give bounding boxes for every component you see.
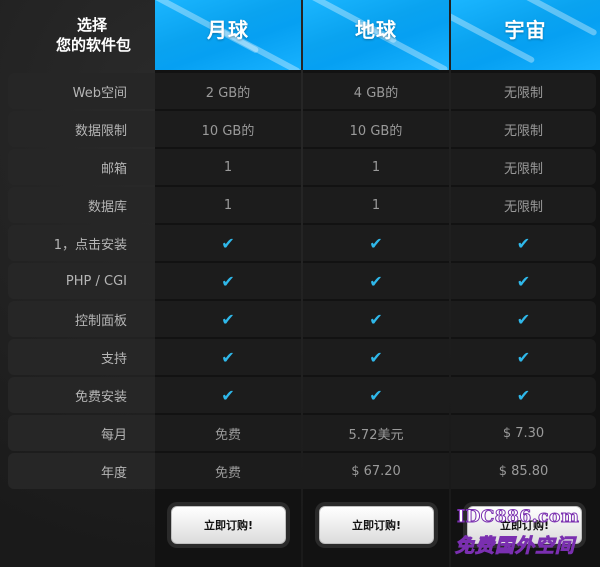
check-icon: ✔ [369,385,383,405]
plan-header-universe: 宇宙 [451,0,600,70]
cell-moon: 免费 [155,453,301,489]
table-row: 数据库 1 1 无限制 [0,187,600,223]
check-icon: ✔ [221,233,235,253]
row-label: 控制面板 [8,301,155,337]
check-icon: ✔ [516,309,531,329]
check-icon: ✔ [221,271,235,291]
check-icon: ✔ [221,347,235,367]
order-button-universe[interactable]: 立即订购! [467,506,582,544]
plan-header-moon: 月球 [155,0,301,70]
check-icon: ✔ [369,347,383,367]
cell-universe: ✔ [451,339,596,375]
check-icon: ✔ [516,271,531,291]
cell-moon: ✔ [155,377,301,413]
choose-package-heading: 选择 您的软件包 [0,0,155,70]
row-label: 年度 [8,453,155,489]
cell-universe: ✔ [451,263,596,299]
cell-moon: ✔ [155,339,301,375]
check-icon: ✔ [369,309,383,329]
row-label: 每月 [8,415,155,451]
row-label: 数据库 [8,187,155,223]
choose-line-1: 选择 [76,16,107,34]
cell-moon: ✔ [155,225,301,261]
plan-name-earth: 地球 [355,18,397,42]
check-icon: ✔ [221,385,235,405]
cell-universe: $ 7.30 [451,415,596,451]
cell-earth: 10 GB的 [303,111,449,147]
table-row: 年度 免费 $ 67.20 $ 85.80 [0,453,600,489]
plan-name-universe: 宇宙 [504,18,547,42]
check-icon: ✔ [221,309,235,329]
row-label: Web空间 [8,73,155,109]
row-label: 1，点击安装 [8,225,155,261]
check-icon: ✔ [516,385,531,405]
cell-earth: 4 GB的 [303,73,449,109]
table-row: 免费安装 ✔ ✔ ✔ [0,377,600,413]
check-icon: ✔ [369,271,383,291]
plan-name-moon: 月球 [207,18,249,42]
check-icon: ✔ [369,233,383,253]
row-label: PHP / CGI [8,263,155,299]
order-button-earth[interactable]: 立即订购! [319,506,434,544]
cell-moon: 10 GB的 [155,111,301,147]
cell-universe: ✔ [451,301,596,337]
cell-earth: ✔ [303,339,449,375]
table-row: 邮箱 1 1 无限制 [0,149,600,185]
plan-header-earth: 地球 [303,0,449,70]
pricing-table: 选择 您的软件包 月球 地球 宇宙 Web空间 2 GB的 4 GB的 无限制 … [0,0,600,567]
cell-moon: 免费 [155,415,301,451]
cell-universe: $ 85.80 [451,453,596,489]
table-row: PHP / CGI ✔ ✔ ✔ [0,263,600,299]
cell-universe: 无限制 [451,73,596,109]
table-row: 支持 ✔ ✔ ✔ [0,339,600,375]
cell-universe: 无限制 [451,111,596,147]
cell-earth: 1 [303,187,449,223]
cell-earth: ✔ [303,377,449,413]
cell-moon: ✔ [155,263,301,299]
cell-earth: $ 67.20 [303,453,449,489]
order-button-moon[interactable]: 立即订购! [171,506,286,544]
cell-moon: ✔ [155,301,301,337]
cell-universe: 无限制 [451,187,596,223]
table-row: 1，点击安装 ✔ ✔ ✔ [0,225,600,261]
cell-moon: 1 [155,187,301,223]
table-row: Web空间 2 GB的 4 GB的 无限制 [0,73,600,109]
cell-earth: ✔ [303,263,449,299]
table-row: 每月 免费 5.72美元 $ 7.30 [0,415,600,451]
row-label: 邮箱 [8,149,155,185]
cell-earth: 1 [303,149,449,185]
cell-earth: ✔ [303,301,449,337]
cell-moon: 2 GB的 [155,73,301,109]
cell-moon: 1 [155,149,301,185]
row-label: 支持 [8,339,155,375]
check-icon: ✔ [516,347,531,367]
choose-line-2: 您的软件包 [55,36,131,54]
cell-universe: ✔ [451,225,596,261]
row-label: 免费安装 [8,377,155,413]
row-label: 数据限制 [8,111,155,147]
table-row: 数据限制 10 GB的 10 GB的 无限制 [0,111,600,147]
cell-universe: 无限制 [451,149,596,185]
cell-earth: ✔ [303,225,449,261]
table-row: 控制面板 ✔ ✔ ✔ [0,301,600,337]
cell-earth: 5.72美元 [303,415,449,451]
check-icon: ✔ [516,233,531,253]
cell-universe: ✔ [451,377,596,413]
